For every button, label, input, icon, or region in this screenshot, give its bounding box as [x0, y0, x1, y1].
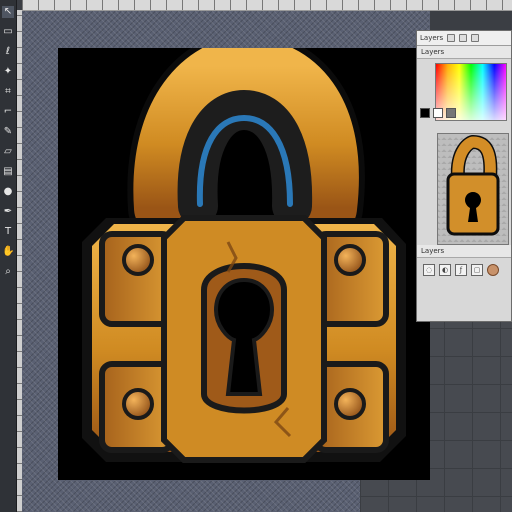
right-panel: Layers Layers Layers ◌ ◐ ƒ ▢	[416, 30, 512, 322]
dodge-icon[interactable]: ●	[2, 186, 14, 198]
swatch-white[interactable]	[433, 108, 443, 118]
navigator-preview[interactable]	[437, 133, 509, 245]
lasso-icon[interactable]: ℓ	[2, 46, 14, 58]
folder-icon[interactable]: ▢	[471, 264, 483, 276]
top-ruler	[22, 0, 512, 11]
color-swatches	[420, 108, 456, 118]
layers-section-title: Layers	[417, 245, 511, 258]
color-section-title: Layers	[417, 46, 511, 59]
eyedropper-icon[interactable]: ⌐	[2, 106, 14, 118]
swatch-black[interactable]	[420, 108, 430, 118]
panel-header: Layers	[417, 31, 511, 46]
adjustment-icon[interactable]: ◐	[439, 264, 451, 276]
padlock-illustration	[82, 30, 406, 463]
hand-icon[interactable]: ✋	[2, 246, 14, 258]
eraser-icon[interactable]: ▱	[2, 146, 14, 158]
pen-icon[interactable]: ✒	[2, 206, 14, 218]
panel-bottom-controls: ◌ ◐ ƒ ▢	[417, 258, 511, 282]
image-canvas[interactable]	[58, 30, 430, 480]
move-icon[interactable]: ↖	[2, 6, 14, 18]
crop-icon[interactable]: ⌗	[2, 86, 14, 98]
settings-icon[interactable]	[471, 34, 480, 42]
wand-icon[interactable]: ✦	[2, 66, 14, 78]
search-icon[interactable]	[447, 34, 456, 42]
zoom-icon[interactable]: ⌕	[2, 266, 14, 278]
swatch-gray[interactable]	[446, 108, 456, 118]
mask-icon[interactable]: ◌	[423, 264, 435, 276]
foreground-color-swatch[interactable]	[487, 264, 499, 276]
type-icon[interactable]: T	[2, 226, 14, 238]
layers-tab[interactable]: Layers	[420, 34, 443, 42]
gradient-icon[interactable]: ▤	[2, 166, 14, 178]
brush-icon[interactable]: ✎	[2, 126, 14, 138]
brush-preset-icon[interactable]	[459, 34, 468, 42]
marquee-icon[interactable]: ▭	[2, 26, 14, 38]
fx-icon[interactable]: ƒ	[455, 264, 467, 276]
navigator-lock-thumbnail	[446, 134, 500, 236]
tools-toolbar: ↖ ▭ ℓ ✦ ⌗ ⌐ ✎ ▱ ▤ ● ✒ T ✋ ⌕	[0, 0, 17, 512]
